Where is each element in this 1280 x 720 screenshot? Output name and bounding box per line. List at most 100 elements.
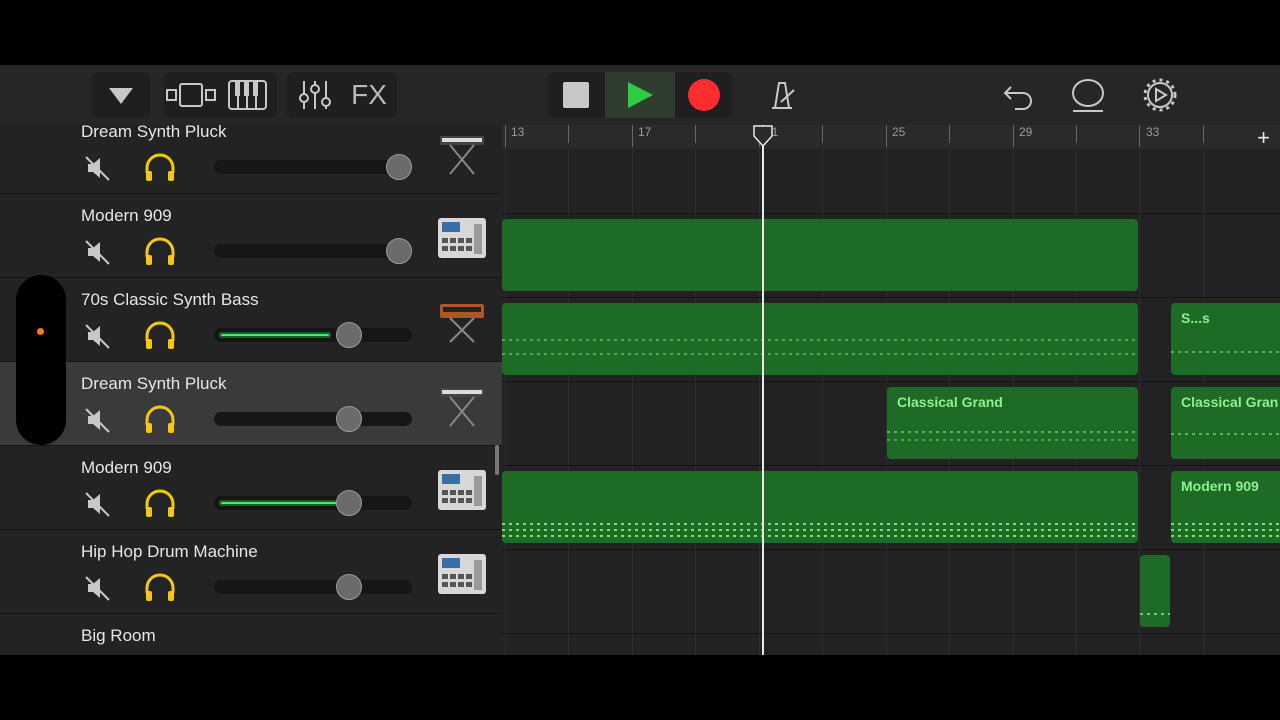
bar-label: 33	[1146, 125, 1160, 139]
playhead[interactable]	[762, 125, 764, 655]
volume-slider[interactable]	[214, 244, 412, 258]
settings-button[interactable]	[1138, 72, 1182, 118]
volume-slider[interactable]	[214, 160, 412, 174]
region-classical-grand-b[interactable]: Classical Gran	[1171, 387, 1280, 459]
volume-level	[219, 500, 347, 506]
drum-machine-icon	[438, 554, 486, 594]
fx-button[interactable]: FX	[343, 72, 395, 118]
volume-knob[interactable]	[336, 490, 362, 516]
mixer-fx-group: FX	[287, 72, 397, 118]
add-section-button[interactable]: +	[1257, 125, 1270, 151]
track-header-5[interactable]: Modern 909	[0, 446, 502, 530]
midi-notes	[502, 353, 1138, 355]
headphones-icon[interactable]	[143, 237, 177, 267]
headphones-icon[interactable]	[143, 405, 177, 435]
midi-notes	[1171, 351, 1280, 353]
track-header-1[interactable]: Dream Synth Pluck	[0, 125, 502, 194]
track-header-6[interactable]: Hip Hop Drum Machine	[0, 530, 502, 614]
mute-icon[interactable]	[84, 406, 112, 434]
gear-icon	[1143, 78, 1177, 112]
lane-divider	[502, 297, 1280, 298]
volume-level	[219, 332, 331, 338]
playhead-handle-icon[interactable]	[752, 125, 774, 147]
garageband-window: FX Dream Synth Pluck Modern 909 70s Clas…	[0, 65, 1280, 655]
ruler-tick	[505, 125, 506, 147]
bar-label: 13	[511, 125, 525, 139]
region-modern-909-b[interactable]	[502, 471, 1138, 543]
track-header-2[interactable]: Modern 909	[0, 194, 502, 278]
lane-divider	[502, 465, 1280, 466]
synth-keyboard-icon	[440, 304, 484, 343]
region-title: Modern 909	[1181, 478, 1259, 494]
tracks-view-icon[interactable]	[164, 72, 220, 118]
ruler-tick	[1203, 125, 1204, 143]
ruler-tick	[886, 125, 887, 147]
keyboard-view-icon[interactable]	[224, 72, 274, 118]
play-button[interactable]	[605, 72, 675, 118]
region-title: Classical Gran	[1181, 394, 1279, 410]
ruler-tick	[1013, 125, 1014, 147]
volume-knob[interactable]	[336, 574, 362, 600]
undo-icon	[1003, 86, 1032, 110]
side-handle[interactable]	[16, 275, 66, 445]
track-name: Modern 909	[81, 206, 172, 225]
ruler-tick	[1076, 125, 1077, 143]
lane-divider	[502, 633, 1280, 634]
headphones-icon[interactable]	[143, 573, 177, 603]
region-classical-grand-a[interactable]: Classical Grand	[887, 387, 1138, 459]
track-scrollbar[interactable]	[495, 445, 499, 475]
lane-divider	[502, 381, 1280, 382]
region-modern-909-c[interactable]: Modern 909	[1171, 471, 1280, 543]
track-header-7[interactable]: Big Room	[0, 614, 502, 655]
drum-machine-icon	[438, 470, 486, 510]
drum-machine-icon	[438, 218, 486, 258]
track-header-3[interactable]: 70s Classic Synth Bass	[0, 278, 502, 362]
volume-knob[interactable]	[386, 154, 412, 180]
volume-slider[interactable]	[214, 580, 412, 594]
mute-icon[interactable]	[84, 574, 112, 602]
bar-label: 25	[892, 125, 906, 139]
metronome-icon	[772, 82, 795, 109]
status-dot	[37, 328, 44, 335]
midi-notes	[1171, 535, 1280, 537]
region-synth-bass-short[interactable]: S...s	[1171, 303, 1280, 375]
volume-knob[interactable]	[386, 238, 412, 264]
track-header-4-selected[interactable]: Dream Synth Pluck	[0, 362, 502, 446]
volume-slider[interactable]	[214, 412, 412, 426]
triangle-down-icon	[109, 88, 133, 104]
record-icon	[688, 79, 720, 111]
lane-divider	[502, 549, 1280, 550]
stop-button[interactable]	[548, 72, 604, 118]
undo-button[interactable]	[996, 72, 1040, 118]
headphones-icon[interactable]	[143, 321, 177, 351]
ruler-tick	[1139, 125, 1140, 147]
midi-notes	[502, 339, 1138, 341]
tracks-area[interactable]: S...s Classical Grand Classical Gran Mod…	[502, 149, 1280, 655]
play-icon	[628, 82, 653, 108]
mute-icon[interactable]	[84, 238, 112, 266]
track-headers: Dream Synth Pluck Modern 909 70s Classic…	[0, 125, 502, 655]
midi-notes	[1171, 529, 1280, 531]
region-hip-hop[interactable]	[1140, 555, 1170, 627]
region-synth-bass[interactable]	[502, 303, 1138, 375]
metronome-button[interactable]	[760, 72, 804, 118]
region-title: Classical Grand	[897, 394, 1003, 410]
headphones-icon[interactable]	[143, 489, 177, 519]
headphones-icon[interactable]	[143, 153, 177, 183]
midi-notes	[1171, 433, 1280, 435]
record-button[interactable]	[676, 72, 732, 118]
bar-ruler[interactable]: 13 17 21 25 29 33	[502, 125, 1280, 149]
region-modern-909-a[interactable]	[502, 219, 1138, 291]
bar-label: 17	[638, 125, 652, 139]
view-toggle-group	[164, 72, 277, 118]
bar-label: 29	[1019, 125, 1033, 139]
loop-browser-button[interactable]	[1066, 72, 1110, 118]
volume-knob[interactable]	[336, 322, 362, 348]
volume-knob[interactable]	[336, 406, 362, 432]
mixer-icon[interactable]	[291, 72, 339, 118]
mute-icon[interactable]	[84, 322, 112, 350]
midi-notes	[502, 529, 1138, 531]
mute-icon[interactable]	[84, 490, 112, 518]
mute-icon[interactable]	[84, 154, 112, 182]
track-menu-button[interactable]	[92, 72, 150, 118]
